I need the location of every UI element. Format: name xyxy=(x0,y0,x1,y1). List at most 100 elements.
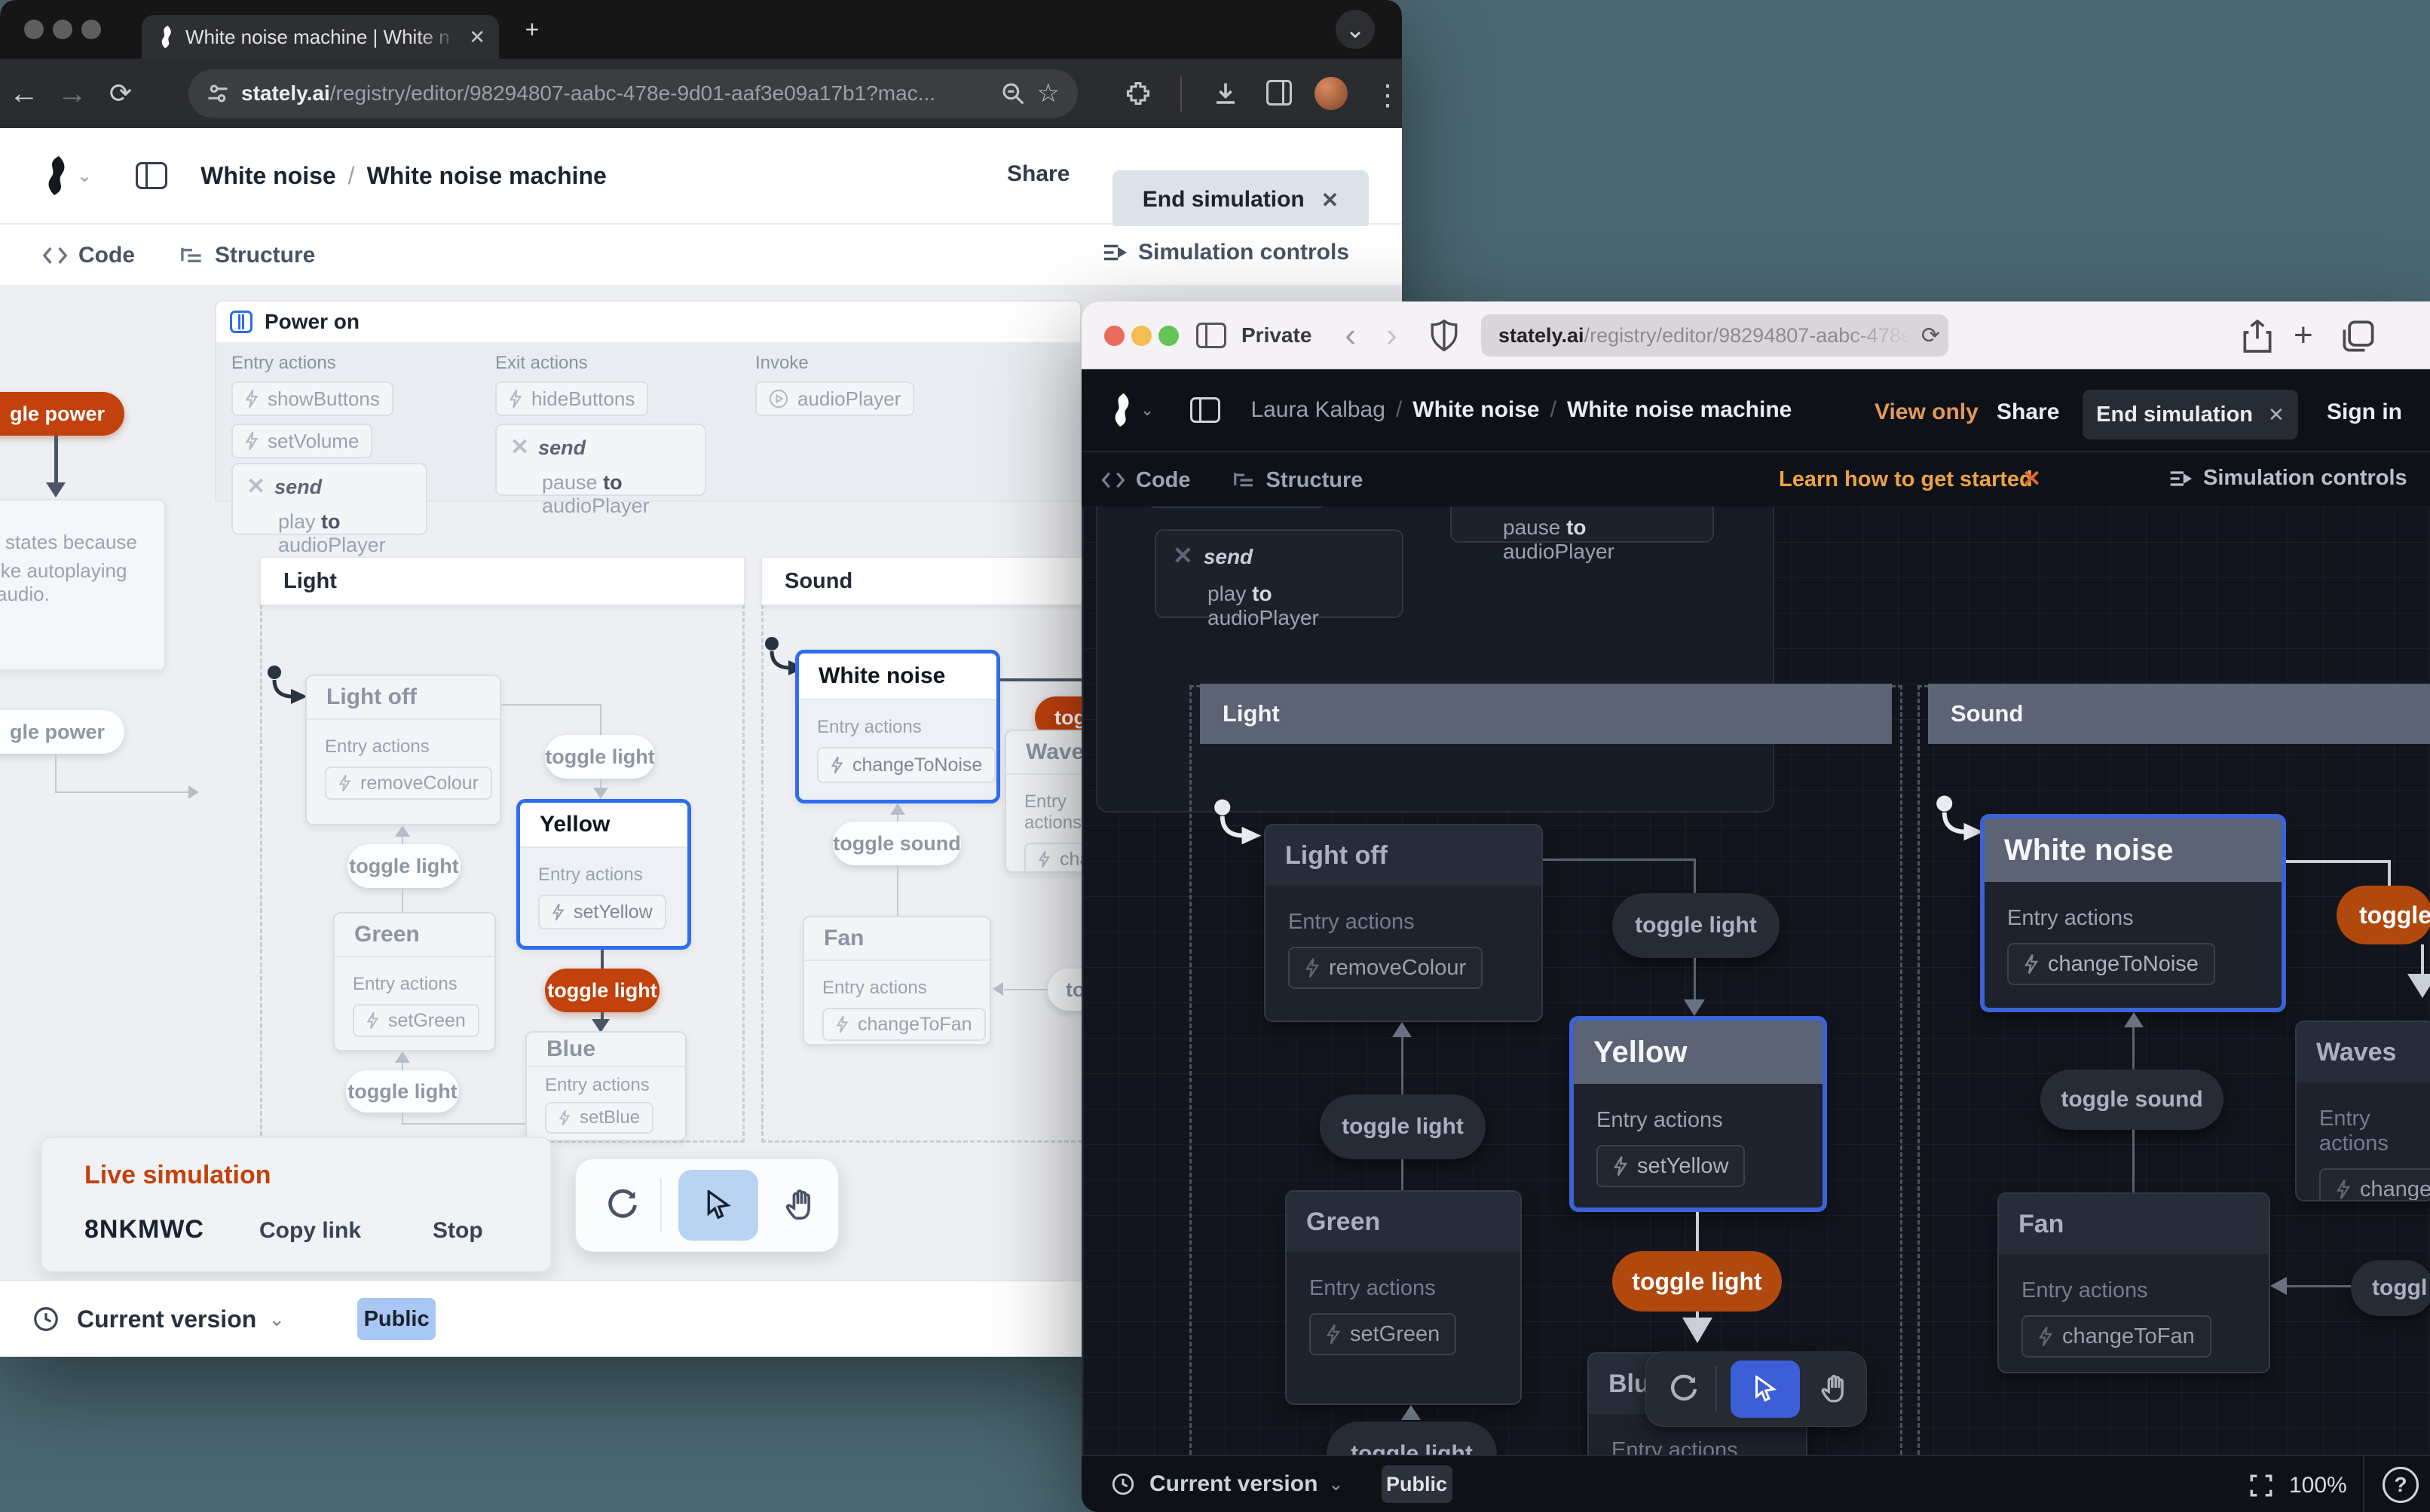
version-chevron-icon[interactable]: ⌄ xyxy=(268,1308,285,1331)
pan-hand-icon[interactable] xyxy=(784,1188,819,1223)
bookmark-star-icon[interactable]: ☆ xyxy=(1037,78,1060,109)
nav-back-icon[interactable]: ‹ xyxy=(1345,317,1356,354)
nav-forward-icon[interactable]: › xyxy=(1386,317,1397,354)
transition-toggle-light-active[interactable]: toggle light xyxy=(1612,1251,1782,1312)
tab-close-icon[interactable]: ✕ xyxy=(469,26,485,49)
end-simulation-button[interactable]: End simulation xyxy=(1143,187,1305,213)
window-close-button[interactable] xyxy=(24,20,44,39)
state-yellow-selected[interactable]: Yellow Entry actions setYellow xyxy=(1569,1016,1827,1212)
kebab-menu-icon[interactable]: ⋮ xyxy=(1373,78,1402,112)
stop-button[interactable]: Stop xyxy=(433,1218,483,1244)
transition-toggle-light[interactable]: toggle light xyxy=(1320,1094,1486,1159)
window-minimize-button[interactable] xyxy=(1131,326,1152,346)
back-icon[interactable]: ← xyxy=(0,77,48,111)
transition-toggle-light-active[interactable]: toggle light xyxy=(545,969,660,1012)
end-simulation-button[interactable]: End simulation xyxy=(2096,402,2253,427)
state-light-off[interactable]: Light off Entry actions removeColour xyxy=(305,675,501,825)
state-note-fragment[interactable]: states because ike autoplaying audio. xyxy=(0,499,166,671)
state-white-noise-selected[interactable]: White noise Entry actions changeToNoise xyxy=(1980,814,2286,1012)
profile-avatar[interactable] xyxy=(1314,77,1348,110)
state-blue[interactable]: Blue Entry actions setBlue xyxy=(525,1031,687,1141)
state-yellow-selected[interactable]: Yellow Entry actions setYellow xyxy=(516,799,691,950)
current-version-dropdown[interactable]: Current version xyxy=(1149,1471,1318,1497)
browser-tab[interactable]: White noise machine | White n ✕ xyxy=(142,15,499,59)
region-sound-header[interactable]: Sound xyxy=(1928,684,2430,744)
forward-icon[interactable]: → xyxy=(48,77,96,111)
machine-canvas-dark[interactable]: ✕send play to audioPlayer pause to audio… xyxy=(1082,507,2430,1455)
new-tab-button[interactable]: + xyxy=(513,10,552,49)
reload-icon[interactable]: ⟳ xyxy=(1921,323,1940,349)
panel-toggle-icon[interactable] xyxy=(136,162,167,189)
region-light-header[interactable]: Light xyxy=(1200,684,1892,744)
download-icon[interactable] xyxy=(1212,80,1239,107)
breadcrumb-project[interactable]: White noise xyxy=(200,162,336,190)
window-minimize-button[interactable] xyxy=(53,20,72,39)
state-green[interactable]: Green Entry actions setGreen xyxy=(333,912,496,1051)
tab-code[interactable]: Code xyxy=(42,243,135,268)
transition-toggle-light[interactable]: toggle light xyxy=(346,1070,459,1113)
transition-toggle-sound-active[interactable]: toggle xyxy=(2337,886,2430,944)
zoom-page-icon[interactable] xyxy=(1001,81,1025,106)
safari-address-bar[interactable]: stately.ai/registry/editor/98294807-aabc… xyxy=(1481,314,1948,357)
state-waves[interactable]: Waves Entry actions change xyxy=(2295,1021,2430,1201)
transition-toggle-sound[interactable]: toggle sound xyxy=(833,822,961,865)
side-panel-icon[interactable] xyxy=(1266,80,1292,106)
window-zoom-button[interactable] xyxy=(1158,326,1179,346)
transition-toggle-light[interactable]: toggle light xyxy=(545,735,655,779)
transition-toggle-power[interactable]: gle power xyxy=(0,392,124,436)
transition-toggle-sound[interactable]: toggle sound xyxy=(2040,1070,2223,1130)
simulation-controls-button[interactable]: Simulation controls xyxy=(2168,466,2407,491)
end-simulation-close-icon[interactable]: ✕ xyxy=(2268,403,2285,427)
select-tool-button-active[interactable] xyxy=(678,1170,758,1241)
state-fan[interactable]: Fan Entry actions changeToFan xyxy=(1997,1192,2270,1373)
transition-toggle-light[interactable]: toggle light xyxy=(1327,1422,1497,1455)
transition-toggle-light[interactable]: toggle light xyxy=(1612,893,1780,958)
learn-link[interactable]: Learn how to get started xyxy=(1779,467,2033,492)
learn-dismiss-icon[interactable]: ✕ xyxy=(2022,466,2041,492)
share-icon[interactable] xyxy=(2242,320,2272,353)
state-power-on[interactable]: Power on Entry actions showButtons setVo… xyxy=(215,300,1082,502)
tab-structure[interactable]: Structure xyxy=(180,243,315,268)
region-light-header[interactable]: Light xyxy=(260,557,745,605)
extensions-icon[interactable] xyxy=(1125,80,1152,107)
state-light-off[interactable]: Light off Entry actions removeColour xyxy=(1264,824,1543,1022)
select-tool-button-active[interactable] xyxy=(1731,1360,1800,1418)
reset-simulation-icon[interactable] xyxy=(606,1189,639,1222)
logo-chevron-icon[interactable]: ⌄ xyxy=(77,165,92,187)
state-green[interactable]: Green Entry actions setGreen xyxy=(1285,1190,1522,1405)
breadcrumb-owner[interactable]: Laura Kalbag xyxy=(1250,397,1385,423)
transition-toggle-sound[interactable]: toggl xyxy=(2351,1260,2430,1316)
share-button[interactable]: Share xyxy=(1007,161,1070,187)
tab-code[interactable]: Code xyxy=(1101,468,1191,493)
share-button[interactable]: Share xyxy=(1997,399,2059,425)
address-bar[interactable]: stately.ai/registry/editor/98294807-aabc… xyxy=(188,69,1078,118)
pan-hand-icon[interactable] xyxy=(1819,1373,1851,1405)
stately-logo-icon[interactable] xyxy=(1107,393,1133,427)
copy-link-button[interactable]: Copy link xyxy=(259,1218,361,1244)
zoom-level[interactable]: 100% xyxy=(2289,1473,2347,1498)
end-simulation-close-icon[interactable]: ✕ xyxy=(1321,188,1339,213)
transition-toggle-light[interactable]: toggle light xyxy=(347,844,461,888)
sign-in-button[interactable]: Sign in xyxy=(2327,399,2402,425)
sidebar-icon[interactable] xyxy=(1196,323,1226,348)
help-button[interactable]: ? xyxy=(2383,1467,2419,1503)
logo-chevron-icon[interactable]: ⌄ xyxy=(1140,400,1154,420)
fullscreen-icon[interactable] xyxy=(2248,1473,2274,1498)
tab-search-button[interactable]: ⌄ xyxy=(1336,10,1375,49)
transition-toggle-power[interactable]: gle power xyxy=(0,710,124,754)
new-tab-icon[interactable]: + xyxy=(2294,317,2313,354)
version-chevron-icon[interactable]: ⌄ xyxy=(1328,1474,1343,1495)
privacy-shield-icon[interactable] xyxy=(1431,320,1458,351)
state-white-noise-selected[interactable]: White noise Entry actions changeToNoise xyxy=(795,650,1000,803)
tab-structure[interactable]: Structure xyxy=(1233,468,1363,493)
window-zoom-button[interactable] xyxy=(81,20,101,39)
simulation-controls-button[interactable]: Simulation controls xyxy=(1102,240,1349,265)
window-close-button[interactable] xyxy=(1104,326,1125,346)
panel-toggle-icon[interactable] xyxy=(1190,397,1220,423)
reset-simulation-icon[interactable] xyxy=(1669,1374,1699,1404)
breadcrumb-project[interactable]: White noise xyxy=(1412,397,1539,423)
stately-logo-icon[interactable] xyxy=(39,156,69,195)
reload-icon[interactable]: ⟳ xyxy=(96,78,145,109)
current-version-dropdown[interactable]: Current version xyxy=(77,1305,256,1333)
state-fan[interactable]: Fan Entry actions changeToFan xyxy=(803,916,991,1045)
